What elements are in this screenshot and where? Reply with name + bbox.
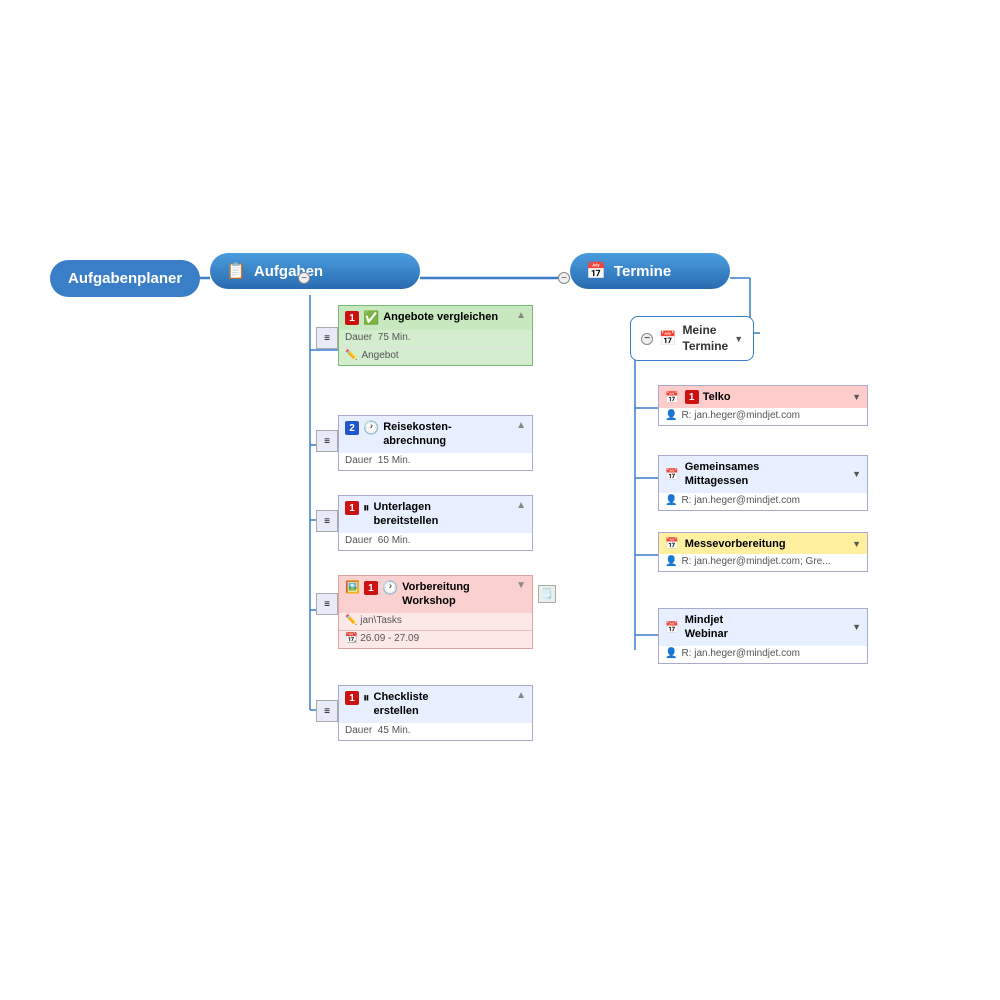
- meine-termine-label: MeineTermine: [682, 323, 728, 354]
- termine-icon: 📅: [586, 261, 606, 281]
- appt-3-title: Messevorbereitung: [685, 538, 786, 550]
- appt-4-cal-icon: 📅: [665, 621, 679, 634]
- appt-3-cal-icon: 📅: [665, 537, 679, 550]
- expand-2[interactable]: ▲: [516, 420, 526, 431]
- appt-card-3: 📅 Messevorbereitung ▼ 👤 R: jan.heger@min…: [658, 532, 868, 572]
- task-5-dauer: Dauer 45 Min.: [339, 723, 532, 740]
- task-2-dauer: Dauer 15 Min.: [339, 453, 532, 470]
- appt-2-title: GemeinsamesMittagessen: [685, 460, 760, 489]
- expand-3[interactable]: ▲: [516, 500, 526, 511]
- priority-5: 1: [345, 691, 359, 705]
- task-4-extra-icon: 🗒️: [538, 585, 556, 603]
- task-1-tag: ✏️Angebot: [339, 347, 532, 365]
- root-label: Aufgabenplaner: [68, 270, 182, 287]
- task-card-4: 🖼️ 1 🕐 VorbereitungWorkshop ▼ ✏️ jan\Tas…: [338, 575, 533, 649]
- status-clock-4: 🕐: [382, 580, 398, 596]
- priority-2: 2: [345, 421, 359, 435]
- aufgaben-label: Aufgaben: [254, 263, 323, 280]
- priority-3: 1: [345, 501, 359, 515]
- task-1-title: Angebote vergleichen: [383, 310, 512, 324]
- appt-1-title: Telko: [703, 391, 731, 403]
- expand-5[interactable]: ▲: [516, 690, 526, 701]
- task-card-1: 1 ✅ Angebote vergleichen ▲ Dauer 75 Min.…: [338, 305, 533, 366]
- task-2-list-icon: ≡: [316, 430, 338, 452]
- appt-1-attendee: 👤 R: jan.heger@mindjet.com: [659, 408, 867, 425]
- status-pause-3: ⏸: [363, 500, 370, 516]
- task-4-tag1: ✏️ jan\Tasks: [339, 613, 532, 630]
- appt-1-priority: 1: [685, 390, 699, 404]
- meine-termine-arrow[interactable]: ▼: [734, 334, 743, 344]
- termine-label: Termine: [614, 263, 671, 280]
- appt-4-attendee: 👤 R: jan.heger@mindjet.com: [659, 646, 867, 663]
- priority-4: 1: [364, 581, 378, 595]
- appt-2-arrow[interactable]: ▼: [852, 469, 861, 479]
- status-check: ✅: [363, 310, 379, 326]
- appt-1-arrow[interactable]: ▼: [852, 392, 861, 402]
- appt-2-cal-icon: 📅: [665, 468, 679, 481]
- aufgaben-icon: 📋: [226, 261, 246, 281]
- meine-termine-node[interactable]: − 📅 MeineTermine ▼: [630, 316, 754, 361]
- task-2-title: Reisekosten-abrechnung: [383, 420, 512, 449]
- expand-4[interactable]: ▼: [516, 580, 526, 591]
- task-3-list-icon: ≡: [316, 510, 338, 532]
- task-4-tag2: 📆 26.09 - 27.09: [339, 630, 532, 648]
- appt-card-1: 📅 1 Telko ▼ 👤 R: jan.heger@mindjet.com: [658, 385, 868, 426]
- appt-3-attendee: 👤 R: jan.heger@mindjet.com; Gre...: [659, 554, 867, 571]
- termine-collapse-btn[interactable]: −: [558, 272, 570, 284]
- task-card-5: 1 ⏸ Checklisteerstellen ▲ Dauer 45 Min.: [338, 685, 533, 741]
- root-node[interactable]: Aufgabenplaner: [50, 260, 200, 297]
- appt-1-cal-icon: 📅: [665, 391, 679, 404]
- task-card-3: 1 ⏸ Unterlagenbereitstellen ▲ Dauer 60 M…: [338, 495, 533, 551]
- appt-card-4: 📅 MindjetWebinar ▼ 👤 R: jan.heger@mindje…: [658, 608, 868, 664]
- aufgaben-collapse-btn[interactable]: −: [298, 272, 310, 284]
- task-1-list-icon: ≡: [316, 327, 338, 349]
- task-5-title: Checklisteerstellen: [374, 690, 513, 719]
- task-1-dauer: Dauer 75 Min.: [339, 330, 532, 347]
- status-clock-2: 🕐: [363, 420, 379, 436]
- task-4-list-icon: ≡: [316, 593, 338, 615]
- task-4-title: VorbereitungWorkshop: [402, 580, 512, 609]
- task-3-dauer: Dauer 60 Min.: [339, 533, 532, 550]
- appt-4-title: MindjetWebinar: [685, 613, 728, 642]
- meine-termine-icon: 📅: [659, 330, 676, 347]
- expand-1[interactable]: ▲: [516, 310, 526, 321]
- appt-4-arrow[interactable]: ▼: [852, 622, 861, 632]
- task-5-list-icon: ≡: [316, 700, 338, 722]
- priority-1: 1: [345, 311, 359, 325]
- meine-termine-collapse[interactable]: −: [641, 333, 653, 345]
- aufgaben-branch[interactable]: 📋 Aufgaben: [210, 253, 420, 289]
- appt-2-attendee: 👤 R: jan.heger@mindjet.com: [659, 493, 867, 510]
- task-3-title: Unterlagenbereitstellen: [374, 500, 513, 529]
- appt-card-2: 📅 GemeinsamesMittagessen ▼ 👤 R: jan.hege…: [658, 455, 868, 511]
- termine-branch[interactable]: 📅 Termine: [570, 253, 730, 289]
- status-pause-5: ⏸: [363, 690, 370, 706]
- appt-3-arrow[interactable]: ▼: [852, 539, 861, 549]
- task-card-2: 2 🕐 Reisekosten-abrechnung ▲ Dauer 15 Mi…: [338, 415, 533, 471]
